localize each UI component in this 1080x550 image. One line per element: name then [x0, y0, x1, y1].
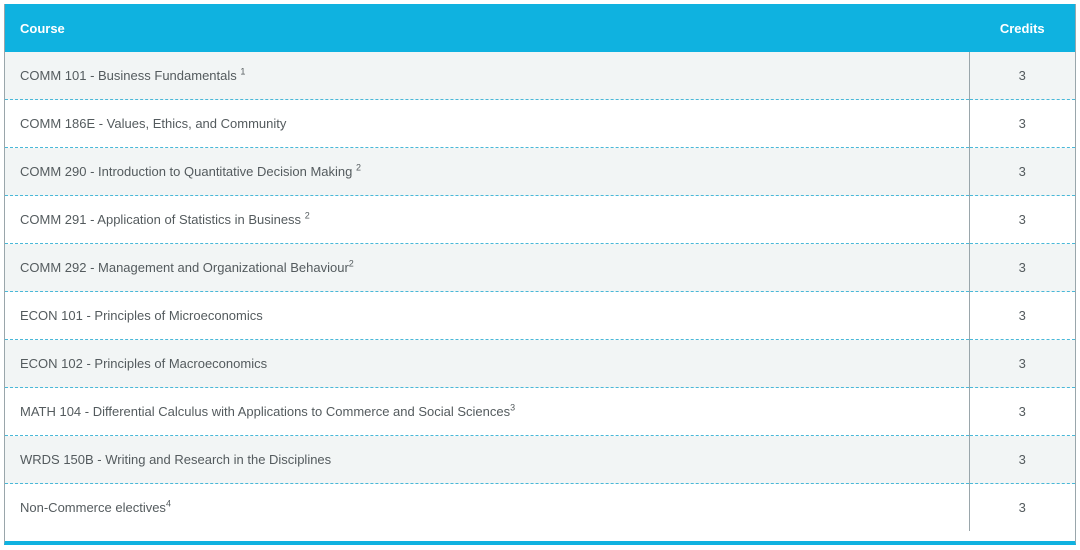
course-cell: WRDS 150B - Writing and Research in the …	[5, 435, 969, 484]
course-name: COMM 291 - Application of Statistics in …	[20, 212, 305, 227]
table-body: COMM 101 - Business Fundamentals 1 3 COM…	[5, 52, 1075, 531]
footnote-marker: 2	[355, 162, 361, 173]
table-row: WRDS 150B - Writing and Research in the …	[5, 435, 1075, 484]
course-name: Non-Commerce electives	[20, 500, 166, 515]
course-name: WRDS 150B - Writing and Research in the …	[20, 452, 332, 467]
course-cell: COMM 101 - Business Fundamentals 1	[5, 52, 969, 100]
table-row: MATH 104 - Differential Calculus with Ap…	[5, 387, 1075, 436]
course-name: ECON 101 - Principles of Microeconomics	[20, 308, 263, 323]
table-row: COMM 290 - Introduction to Quantitative …	[5, 147, 1075, 196]
credits-cell: 3	[968, 52, 1075, 100]
credits-column-header: Credits	[968, 4, 1075, 52]
credits-cell: 3	[968, 291, 1075, 340]
course-name: COMM 290 - Introduction to Quantitative …	[20, 164, 356, 179]
table-row: ECON 101 - Principles of Microeconomics …	[5, 291, 1075, 340]
course-name: COMM 101 - Business Fundamentals	[20, 68, 241, 83]
course-cell: COMM 290 - Introduction to Quantitative …	[5, 147, 969, 196]
footnote-marker: 3	[510, 402, 516, 413]
course-name: COMM 292 - Management and Organizational…	[20, 260, 349, 275]
header-row: Course Credits	[5, 4, 1075, 52]
footnote-marker: 2	[304, 210, 310, 221]
course-name: COMM 186E - Values, Ethics, and Communit…	[20, 116, 287, 131]
credits-cell: 3	[968, 243, 1075, 292]
table-header: Course Credits	[5, 4, 1075, 52]
course-cell: COMM 291 - Application of Statistics in …	[5, 195, 969, 244]
credits-cell: 3	[968, 195, 1075, 244]
table-row: ECON 102 - Principles of Macroeconomics …	[5, 339, 1075, 388]
course-cell: ECON 102 - Principles of Macroeconomics	[5, 339, 969, 388]
footnote-marker: 1	[240, 66, 246, 77]
course-cell: MATH 104 - Differential Calculus with Ap…	[5, 387, 969, 436]
course-name: ECON 102 - Principles of Macroeconomics	[20, 356, 268, 371]
table-row: COMM 291 - Application of Statistics in …	[5, 195, 1075, 244]
course-column-header: Course	[5, 4, 969, 52]
course-cell: COMM 292 - Management and Organizational…	[5, 243, 969, 292]
course-table-container: Course Credits COMM 101 - Business Funda…	[4, 4, 1076, 545]
table-row: Non-Commerce electives4 3	[5, 483, 1075, 531]
table-row: COMM 101 - Business Fundamentals 1 3	[5, 52, 1075, 100]
credits-cell: 3	[968, 435, 1075, 484]
footnote-marker: 4	[165, 498, 171, 509]
credits-cell: 3	[968, 99, 1075, 148]
credits-cell: 3	[968, 147, 1075, 196]
course-cell: Non-Commerce electives4	[5, 483, 969, 531]
credits-cell: 3	[968, 339, 1075, 388]
course-name: MATH 104 - Differential Calculus with Ap…	[20, 404, 511, 419]
table-row: COMM 186E - Values, Ethics, and Communit…	[5, 99, 1075, 148]
table-row: COMM 292 - Management and Organizational…	[5, 243, 1075, 292]
course-cell: ECON 101 - Principles of Microeconomics	[5, 291, 969, 340]
credits-cell: 3	[968, 387, 1075, 436]
course-cell: COMM 186E - Values, Ethics, and Communit…	[5, 99, 969, 148]
footnote-marker: 2	[348, 258, 354, 269]
course-table: Course Credits COMM 101 - Business Funda…	[5, 4, 1075, 531]
credits-cell: 3	[968, 483, 1075, 531]
